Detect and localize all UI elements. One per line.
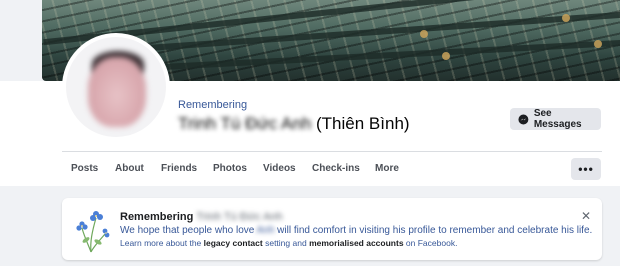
memorial-message-part1: We hope that people who love bbox=[120, 225, 255, 236]
memorial-title-name: Trinh Tú Đức Anh bbox=[196, 211, 283, 223]
profile-name: Trinh Tú Đức Anh (Thiên Bình) bbox=[178, 114, 410, 134]
legacy-contact-link[interactable]: legacy contact bbox=[204, 238, 263, 248]
memorial-message: We hope that people who love Anh will fi… bbox=[120, 225, 592, 236]
tab-friends[interactable]: Friends bbox=[161, 163, 197, 174]
see-messages-button[interactable]: See Messages bbox=[510, 108, 601, 130]
memorial-title: Remembering Trinh Tú Đức Anh bbox=[120, 211, 283, 223]
tab-more[interactable]: More bbox=[375, 163, 399, 174]
memorial-banner: Remembering Trinh Tú Đức Anh We hope tha… bbox=[62, 198, 602, 260]
memorial-learn-more: Learn more about the legacy contact sett… bbox=[120, 238, 457, 248]
learn-more-end-text: on Facebook. bbox=[405, 238, 458, 248]
messenger-icon bbox=[518, 114, 529, 124]
memorial-title-prefix: Remembering bbox=[120, 211, 194, 223]
memorial-message-part2: will find comfort in visiting his profil… bbox=[277, 225, 593, 236]
tab-check-ins[interactable]: Check-ins bbox=[312, 163, 360, 174]
profile-name-blurred: Trinh Tú Đức Anh bbox=[178, 114, 312, 133]
learn-more-mid-text: setting and bbox=[265, 238, 307, 248]
remembering-label: Remembering bbox=[178, 99, 248, 111]
see-messages-label: See Messages bbox=[533, 108, 582, 130]
profile-avatar[interactable] bbox=[62, 33, 170, 141]
tab-videos[interactable]: Videos bbox=[263, 163, 296, 174]
tab-posts[interactable]: Posts bbox=[71, 163, 98, 174]
close-icon[interactable]: ✕ bbox=[580, 210, 592, 222]
learn-more-text: Learn more about the bbox=[120, 238, 202, 248]
memorialised-accounts-link[interactable]: memorialised accounts bbox=[309, 238, 403, 248]
profile-name-suffix: (Thiên Bình) bbox=[316, 114, 410, 133]
tab-about[interactable]: About bbox=[115, 163, 144, 174]
memorial-message-name: Anh bbox=[256, 225, 275, 236]
profile-tabs: Posts About Friends Photos Videos Check-… bbox=[0, 152, 620, 186]
more-options-button[interactable]: ••• bbox=[571, 158, 601, 180]
flower-icon bbox=[76, 211, 110, 253]
tab-photos[interactable]: Photos bbox=[213, 163, 247, 174]
